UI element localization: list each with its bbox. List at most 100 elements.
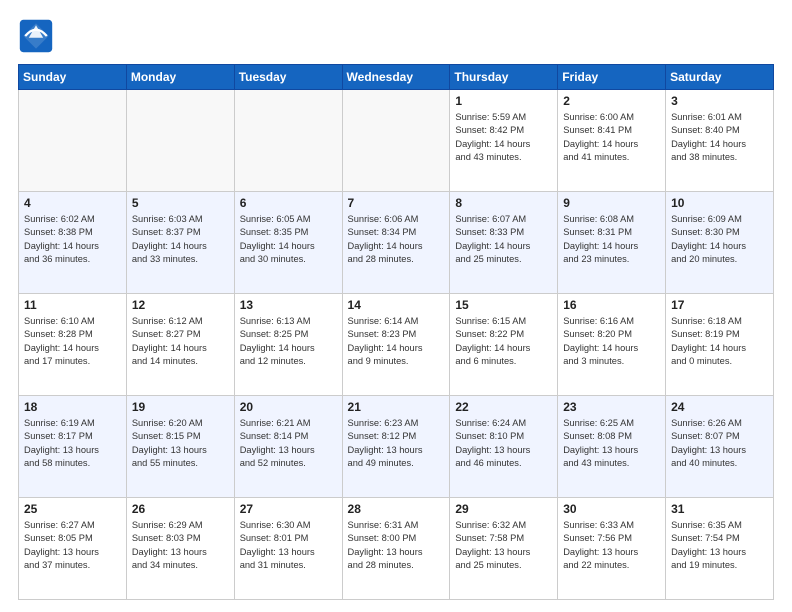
calendar-cell: 10 Sunrise: 6:09 AM Sunset: 8:30 PM Dayli… (666, 192, 774, 294)
day-info: Sunrise: 6:08 AM Sunset: 8:31 PM Dayligh… (563, 213, 660, 267)
day-number: 31 (671, 502, 768, 516)
calendar-cell: 18 Sunrise: 6:19 AM Sunset: 8:17 PM Dayli… (19, 396, 127, 498)
calendar: SundayMondayTuesdayWednesdayThursdayFrid… (18, 64, 774, 600)
calendar-cell: 29Sunrise: 6:32 AM Sunset: 7:58 PM Dayli… (450, 498, 558, 600)
day-info: Sunrise: 6:30 AM Sunset: 8:01 PM Dayligh… (240, 519, 337, 573)
day-number: 6 (240, 196, 337, 210)
day-info: Sunrise: 6:33 AM Sunset: 7:56 PM Dayligh… (563, 519, 660, 573)
day-number: 20 (240, 400, 337, 414)
calendar-week-row: 18 Sunrise: 6:19 AM Sunset: 8:17 PM Dayli… (19, 396, 774, 498)
calendar-cell: 3Sunrise: 6:01 AM Sunset: 8:40 PM Daylig… (666, 90, 774, 192)
day-number: 23 (563, 400, 660, 414)
calendar-day-header: Thursday (450, 65, 558, 90)
calendar-week-row: 25 Sunrise: 6:27 AM Sunset: 8:05 PM Dayli… (19, 498, 774, 600)
day-number: 21 (348, 400, 445, 414)
calendar-cell: 1 Sunrise: 5:59 AM Sunset: 8:42 PM Daylig… (450, 90, 558, 192)
calendar-cell: 26Sunrise: 6:29 AM Sunset: 8:03 PM Dayli… (126, 498, 234, 600)
calendar-cell: 12Sunrise: 6:12 AM Sunset: 8:27 PM Dayli… (126, 294, 234, 396)
day-info: Sunrise: 6:25 AM Sunset: 8:08 PM Dayligh… (563, 417, 660, 471)
calendar-week-row: 11Sunrise: 6:10 AM Sunset: 8:28 PM Dayli… (19, 294, 774, 396)
calendar-cell: 9 Sunrise: 6:08 AM Sunset: 8:31 PM Daylig… (558, 192, 666, 294)
day-number: 17 (671, 298, 768, 312)
calendar-day-header: Sunday (19, 65, 127, 90)
logo-icon (18, 18, 54, 54)
day-number: 15 (455, 298, 552, 312)
day-info: Sunrise: 6:13 AM Sunset: 8:25 PM Dayligh… (240, 315, 337, 369)
day-number: 10 (671, 196, 768, 210)
day-info: Sunrise: 6:21 AM Sunset: 8:14 PM Dayligh… (240, 417, 337, 471)
calendar-cell: 13 Sunrise: 6:13 AM Sunset: 8:25 PM Dayli… (234, 294, 342, 396)
calendar-day-header: Friday (558, 65, 666, 90)
day-info: Sunrise: 6:09 AM Sunset: 8:30 PM Dayligh… (671, 213, 768, 267)
calendar-cell: 28Sunrise: 6:31 AM Sunset: 8:00 PM Dayli… (342, 498, 450, 600)
day-number: 3 (671, 94, 768, 108)
calendar-cell (19, 90, 127, 192)
calendar-cell: 20 Sunrise: 6:21 AM Sunset: 8:14 PM Dayli… (234, 396, 342, 498)
calendar-cell: 21Sunrise: 6:23 AM Sunset: 8:12 PM Dayli… (342, 396, 450, 498)
day-number: 2 (563, 94, 660, 108)
calendar-cell (342, 90, 450, 192)
day-number: 1 (455, 94, 552, 108)
day-info: Sunrise: 6:16 AM Sunset: 8:20 PM Dayligh… (563, 315, 660, 369)
page: SundayMondayTuesdayWednesdayThursdayFrid… (0, 0, 792, 612)
calendar-day-header: Tuesday (234, 65, 342, 90)
day-info: Sunrise: 6:27 AM Sunset: 8:05 PM Dayligh… (24, 519, 121, 573)
day-info: Sunrise: 6:06 AM Sunset: 8:34 PM Dayligh… (348, 213, 445, 267)
day-number: 29 (455, 502, 552, 516)
day-number: 19 (132, 400, 229, 414)
day-info: Sunrise: 6:18 AM Sunset: 8:19 PM Dayligh… (671, 315, 768, 369)
calendar-cell: 4 Sunrise: 6:02 AM Sunset: 8:38 PM Daylig… (19, 192, 127, 294)
day-number: 13 (240, 298, 337, 312)
day-info: Sunrise: 6:31 AM Sunset: 8:00 PM Dayligh… (348, 519, 445, 573)
calendar-cell: 8Sunrise: 6:07 AM Sunset: 8:33 PM Daylig… (450, 192, 558, 294)
day-number: 22 (455, 400, 552, 414)
calendar-cell: 16 Sunrise: 6:16 AM Sunset: 8:20 PM Dayli… (558, 294, 666, 396)
calendar-cell (234, 90, 342, 192)
calendar-cell: 19 Sunrise: 6:20 AM Sunset: 8:15 PM Dayli… (126, 396, 234, 498)
day-info: Sunrise: 5:59 AM Sunset: 8:42 PM Dayligh… (455, 111, 552, 165)
calendar-cell: 30 Sunrise: 6:33 AM Sunset: 7:56 PM Dayli… (558, 498, 666, 600)
day-info: Sunrise: 6:29 AM Sunset: 8:03 PM Dayligh… (132, 519, 229, 573)
day-number: 24 (671, 400, 768, 414)
calendar-header-row: SundayMondayTuesdayWednesdayThursdayFrid… (19, 65, 774, 90)
calendar-cell: 31 Sunrise: 6:35 AM Sunset: 7:54 PM Dayli… (666, 498, 774, 600)
day-info: Sunrise: 6:24 AM Sunset: 8:10 PM Dayligh… (455, 417, 552, 471)
day-number: 7 (348, 196, 445, 210)
calendar-cell (126, 90, 234, 192)
day-info: Sunrise: 6:05 AM Sunset: 8:35 PM Dayligh… (240, 213, 337, 267)
day-info: Sunrise: 6:02 AM Sunset: 8:38 PM Dayligh… (24, 213, 121, 267)
calendar-day-header: Wednesday (342, 65, 450, 90)
logo (18, 18, 60, 54)
day-info: Sunrise: 6:20 AM Sunset: 8:15 PM Dayligh… (132, 417, 229, 471)
day-number: 18 (24, 400, 121, 414)
day-info: Sunrise: 6:35 AM Sunset: 7:54 PM Dayligh… (671, 519, 768, 573)
calendar-cell: 22 Sunrise: 6:24 AM Sunset: 8:10 PM Dayli… (450, 396, 558, 498)
calendar-cell: 11Sunrise: 6:10 AM Sunset: 8:28 PM Dayli… (19, 294, 127, 396)
calendar-cell: 2 Sunrise: 6:00 AM Sunset: 8:41 PM Daylig… (558, 90, 666, 192)
day-number: 11 (24, 298, 121, 312)
day-number: 25 (24, 502, 121, 516)
day-info: Sunrise: 6:03 AM Sunset: 8:37 PM Dayligh… (132, 213, 229, 267)
day-info: Sunrise: 6:00 AM Sunset: 8:41 PM Dayligh… (563, 111, 660, 165)
day-number: 4 (24, 196, 121, 210)
day-info: Sunrise: 6:07 AM Sunset: 8:33 PM Dayligh… (455, 213, 552, 267)
day-number: 16 (563, 298, 660, 312)
day-info: Sunrise: 6:19 AM Sunset: 8:17 PM Dayligh… (24, 417, 121, 471)
calendar-cell: 6 Sunrise: 6:05 AM Sunset: 8:35 PM Daylig… (234, 192, 342, 294)
day-number: 30 (563, 502, 660, 516)
calendar-cell: 25 Sunrise: 6:27 AM Sunset: 8:05 PM Dayli… (19, 498, 127, 600)
calendar-cell: 5Sunrise: 6:03 AM Sunset: 8:37 PM Daylig… (126, 192, 234, 294)
day-info: Sunrise: 6:14 AM Sunset: 8:23 PM Dayligh… (348, 315, 445, 369)
calendar-cell: 7 Sunrise: 6:06 AM Sunset: 8:34 PM Daylig… (342, 192, 450, 294)
calendar-cell: 17 Sunrise: 6:18 AM Sunset: 8:19 PM Dayli… (666, 294, 774, 396)
calendar-week-row: 1 Sunrise: 5:59 AM Sunset: 8:42 PM Daylig… (19, 90, 774, 192)
day-number: 9 (563, 196, 660, 210)
day-info: Sunrise: 6:15 AM Sunset: 8:22 PM Dayligh… (455, 315, 552, 369)
day-info: Sunrise: 6:26 AM Sunset: 8:07 PM Dayligh… (671, 417, 768, 471)
day-number: 14 (348, 298, 445, 312)
calendar-cell: 24 Sunrise: 6:26 AM Sunset: 8:07 PM Dayli… (666, 396, 774, 498)
calendar-cell: 27 Sunrise: 6:30 AM Sunset: 8:01 PM Dayli… (234, 498, 342, 600)
calendar-day-header: Monday (126, 65, 234, 90)
calendar-cell: 23 Sunrise: 6:25 AM Sunset: 8:08 PM Dayli… (558, 396, 666, 498)
day-number: 27 (240, 502, 337, 516)
